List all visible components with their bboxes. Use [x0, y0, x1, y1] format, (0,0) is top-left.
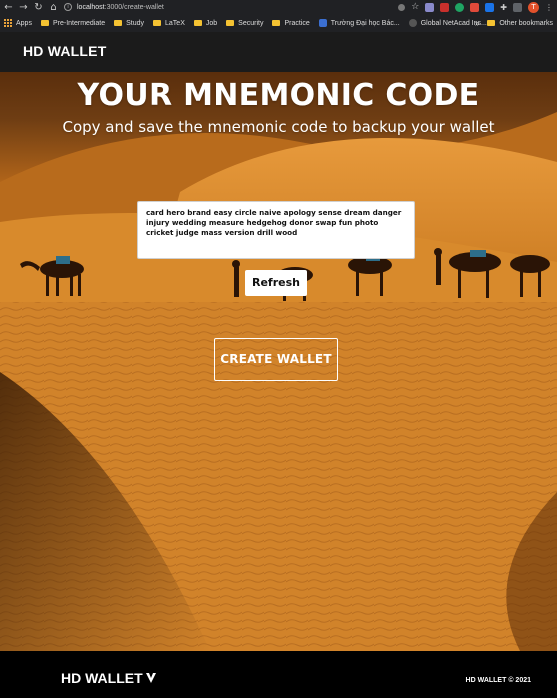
url-host: localhost: [77, 3, 105, 11]
home-icon[interactable]: ⌂: [47, 1, 60, 14]
bookmark-label: LaTeX: [165, 19, 185, 27]
page: HD WALLET YOUR MNEMONIC CODE Copy and sa…: [0, 32, 557, 698]
bookmark-practice[interactable]: Practice: [272, 19, 310, 27]
extension-blue-icon[interactable]: [485, 2, 495, 12]
create-wallet-button[interactable]: CREATE WALLET: [214, 338, 338, 381]
mnemonic-textarea[interactable]: card hero brand easy circle naive apolog…: [137, 201, 415, 259]
reload-icon[interactable]: ↻: [32, 1, 45, 14]
footer: HD WALLET HD WALLET © 2021: [0, 651, 557, 698]
star-icon[interactable]: ☆: [411, 2, 419, 12]
navbar: HD WALLET: [0, 32, 557, 72]
extension-red-icon[interactable]: [440, 2, 450, 12]
bookmark-label: Job: [205, 19, 218, 27]
profile-avatar[interactable]: T: [528, 1, 539, 13]
folder-icon: [193, 20, 202, 26]
page-subtitle: Copy and save the mnemonic code to backu…: [62, 118, 495, 136]
back-arrow-icon[interactable]: ←: [2, 1, 15, 14]
bookmark-label: Trường Đại học Bác...: [330, 19, 400, 27]
site-info-icon[interactable]: i: [64, 3, 72, 11]
bookmark-label: Practice: [284, 19, 310, 27]
refresh-button[interactable]: Refresh: [245, 270, 307, 296]
browser-toolbar: ← → ↻ ⌂ i localhost:3000/create-wallet ☆…: [0, 0, 557, 32]
folder-icon: [114, 20, 123, 26]
bookmark-latex[interactable]: LaTeX: [153, 20, 185, 27]
puzzle-icon[interactable]: ✚: [500, 3, 507, 12]
bookmark-study[interactable]: Study: [114, 20, 144, 27]
navbar-brand[interactable]: HD WALLET: [23, 43, 106, 59]
globe-icon: [408, 19, 417, 27]
bookmark-job[interactable]: Job: [193, 19, 218, 27]
bookmarks-right: » Other bookmarks: [475, 16, 553, 30]
other-bookmarks[interactable]: Other bookmarks: [487, 20, 553, 27]
bookmark-apps[interactable]: Apps: [0, 19, 32, 27]
menu-kebab-icon[interactable]: ⋮: [545, 3, 553, 12]
apps-grid-icon: [4, 19, 12, 27]
copyright-text: HD WALLET © 2021: [465, 677, 531, 684]
footer-brand-text: HD WALLET: [61, 670, 143, 686]
bookmark-pre-intermediate[interactable]: Pre-Intermediate: [40, 19, 106, 27]
folder-icon: [487, 20, 496, 26]
bookmarks-bar: Apps Pre-Intermediate Study LaTeX Job Se…: [0, 16, 557, 30]
folder-icon: [226, 20, 235, 26]
wallet-logo-icon: [145, 673, 156, 683]
folder-icon: [40, 20, 49, 26]
extension-youtube-icon[interactable]: [470, 2, 480, 12]
extension-green-icon[interactable]: [455, 2, 465, 12]
other-bookmarks-label: Other bookmarks: [499, 19, 553, 27]
share-icon[interactable]: [398, 3, 406, 11]
url-bar[interactable]: i localhost:3000/create-wallet: [64, 1, 164, 13]
hero-section: YOUR MNEMONIC CODE Copy and save the mne…: [0, 72, 557, 651]
url-path: :3000/create-wallet: [104, 3, 164, 11]
media-icon[interactable]: [513, 2, 522, 12]
bookmark-security[interactable]: Security: [226, 20, 263, 27]
folder-icon: [272, 20, 281, 26]
footer-brand[interactable]: HD WALLET: [61, 670, 157, 686]
bookmark-university[interactable]: Trường Đại học Bác...: [318, 19, 400, 27]
folder-icon: [153, 20, 162, 26]
bookmark-label: Study: [126, 19, 145, 27]
forward-arrow-icon[interactable]: →: [17, 1, 30, 14]
extension-doc-icon[interactable]: [425, 2, 435, 12]
school-icon: [318, 19, 327, 27]
bookmark-label: Security: [238, 19, 264, 27]
bookmark-label: Apps: [16, 19, 32, 27]
bookmarks-overflow-button[interactable]: »: [475, 19, 479, 28]
bookmark-label: Pre-Intermediate: [52, 19, 106, 27]
address-row: ← → ↻ ⌂ i localhost:3000/create-wallet ☆…: [0, 0, 557, 14]
extensions-area: ☆ ✚ T ⋮: [398, 1, 553, 13]
page-title: YOUR MNEMONIC CODE: [77, 78, 480, 113]
